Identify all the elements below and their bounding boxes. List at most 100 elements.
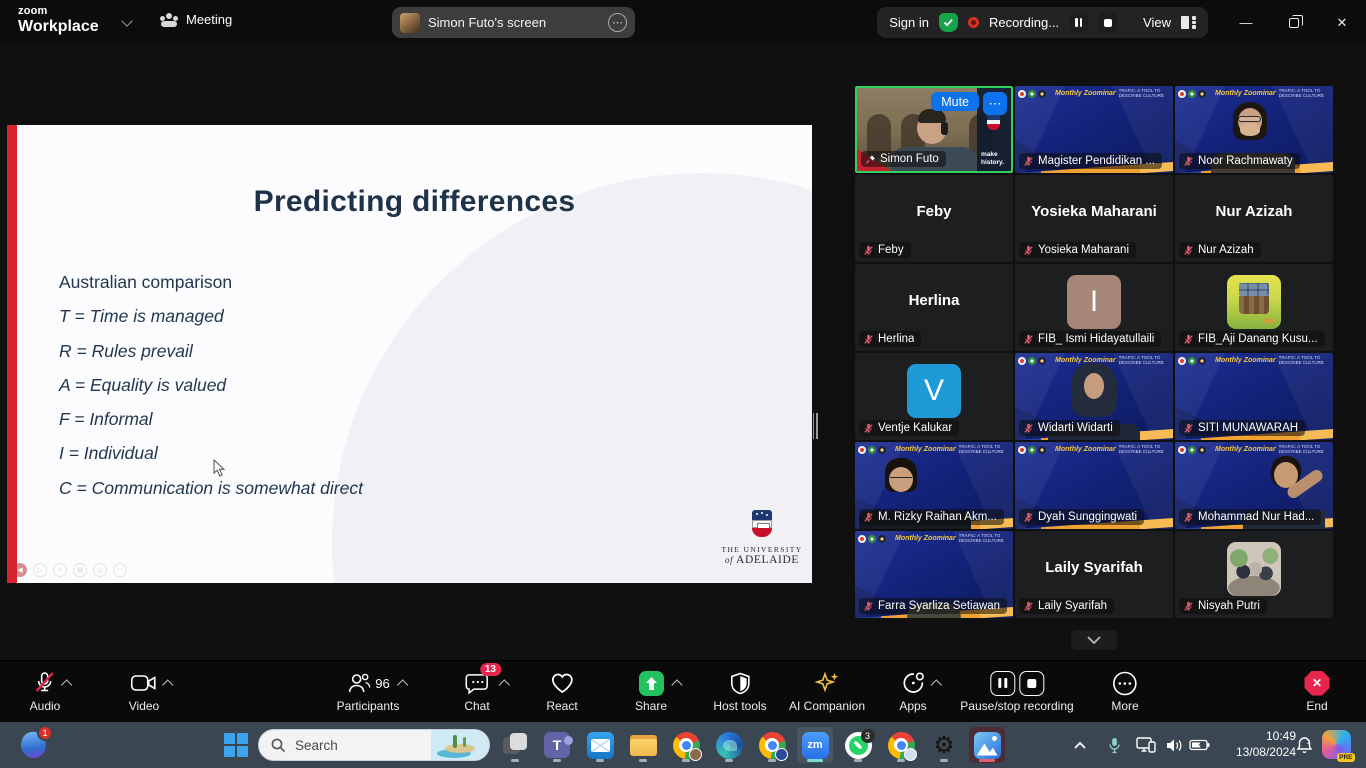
taskbar-photos-icon[interactable] bbox=[969, 727, 1005, 763]
end-button[interactable]: ✕ End bbox=[1305, 669, 1330, 713]
participant-tile[interactable]: Monthly ZoominarTRAFIC: A TOOL TO DESCRI… bbox=[1015, 353, 1173, 440]
slides-grid-button[interactable]: ▦ bbox=[73, 563, 87, 577]
participant-tile[interactable]: Monthly ZoominarTRAFIC: A TOOL TO DESCRI… bbox=[1015, 442, 1173, 529]
participant-tile[interactable]: IFIB_ Ismi Hidayatullaili bbox=[1015, 264, 1173, 351]
taskbar-settings-icon[interactable]: ⚙ bbox=[926, 727, 962, 763]
whatsapp-badge: 3 bbox=[861, 729, 875, 743]
stop-recording-icon[interactable] bbox=[1019, 671, 1044, 696]
restore-button[interactable] bbox=[1270, 0, 1318, 45]
host-tools-button[interactable]: Host tools bbox=[713, 669, 766, 713]
taskbar-file-explorer-icon[interactable] bbox=[625, 727, 661, 763]
tray-battery-icon[interactable] bbox=[1185, 727, 1213, 763]
screen-share-pill[interactable]: Simon Futo's screen ⋯ bbox=[392, 7, 635, 38]
brand-top: zoom bbox=[18, 6, 99, 17]
taskbar-mail-icon[interactable] bbox=[582, 727, 618, 763]
view-button[interactable]: View bbox=[1143, 15, 1171, 30]
view-layout-icon[interactable] bbox=[1181, 16, 1196, 29]
participant-tile[interactable]: Monthly ZoominarTRAFIC: A TOOL TO DESCRI… bbox=[1015, 86, 1173, 173]
participant-tile[interactable]: Monthly ZoominarTRAFIC: A TOOL TO DESCRI… bbox=[855, 531, 1013, 618]
taskbar-widgets-icon[interactable] bbox=[497, 727, 533, 763]
participants-options-chevron[interactable] bbox=[399, 678, 408, 687]
search-daily-image[interactable] bbox=[431, 729, 489, 761]
audio-button[interactable]: Audio bbox=[30, 669, 61, 713]
participant-tile[interactable]: HerlinaHerlina bbox=[855, 264, 1013, 351]
next-slide-button[interactable]: ▷ bbox=[33, 563, 47, 577]
zoom-tool-button[interactable]: ◎ bbox=[93, 563, 107, 577]
taskbar-notification-app-icon[interactable]: 1 bbox=[18, 729, 50, 761]
apps-options-chevron[interactable] bbox=[932, 678, 941, 687]
apps-button[interactable]: Apps bbox=[899, 669, 926, 713]
sign-in-link[interactable]: Sign in bbox=[889, 15, 929, 30]
participant-more-button[interactable]: ⋯ bbox=[983, 92, 1007, 115]
zoom-workplace-logo: zoom Workplace bbox=[18, 6, 99, 35]
chat-options-chevron[interactable] bbox=[500, 678, 509, 687]
taskbar-search[interactable]: Search bbox=[258, 729, 490, 761]
prev-slide-button[interactable]: ◀ bbox=[13, 563, 27, 577]
pause-stop-recording-button[interactable]: Pause/stop recording bbox=[960, 669, 1073, 713]
tray-notification-bell-icon[interactable]: z bbox=[1290, 727, 1318, 763]
share-options-button[interactable]: ⋯ bbox=[608, 13, 627, 32]
taskbar-chrome-profile3-icon[interactable] bbox=[883, 727, 919, 763]
slide-line: C = Communication is somewhat direct bbox=[59, 471, 363, 505]
participant-tile[interactable]: Yosieka MaharaniYosieka Maharani bbox=[1015, 175, 1173, 262]
banner-tagline: TRAFIC: A TOOL TO DESCRIBE CULTURE DIFFE… bbox=[1119, 88, 1170, 99]
minimize-button[interactable]: — bbox=[1222, 0, 1270, 45]
tray-chevron-up-icon[interactable] bbox=[1066, 727, 1094, 763]
participant-tile[interactable]: Monthly ZoominarTRAFIC: A TOOL TO DESCRI… bbox=[1175, 86, 1333, 173]
avatar bbox=[1227, 542, 1281, 596]
banner-tagline: TRAFIC: A TOOL TO DESCRIBE CULTURE DIFFE… bbox=[959, 444, 1010, 455]
participant-tile[interactable]: Laily SyarifahLaily Syarifah bbox=[1015, 531, 1173, 618]
banner-header: Monthly ZoominarTRAFIC: A TOOL TO DESCRI… bbox=[1175, 353, 1333, 368]
tray-copilot-icon[interactable]: PRE bbox=[1322, 730, 1351, 759]
taskbar-zoom-icon[interactable]: zm bbox=[797, 727, 833, 763]
video-button[interactable]: Video bbox=[129, 669, 159, 713]
chevron-down-icon[interactable] bbox=[121, 15, 132, 26]
share-button[interactable]: Share bbox=[635, 669, 667, 713]
participant-name-label: Mohammad Nur Had... bbox=[1179, 509, 1321, 525]
taskbar-chrome-profile1-icon[interactable] bbox=[668, 727, 704, 763]
panel-resize-handle[interactable] bbox=[813, 413, 821, 439]
video-camera-icon bbox=[131, 674, 157, 692]
more-tools-button[interactable]: ⋯ bbox=[113, 563, 127, 577]
more-button[interactable]: More bbox=[1111, 669, 1138, 713]
taskbar-edge-icon[interactable] bbox=[711, 727, 747, 763]
participant-name-label: Noor Rachmawaty bbox=[1179, 153, 1300, 169]
pause-recording-button[interactable] bbox=[1069, 13, 1088, 32]
pen-tool-button[interactable]: ✎ bbox=[53, 563, 67, 577]
chat-button[interactable]: 13 Chat bbox=[464, 669, 489, 713]
tray-time: 10:49 bbox=[1218, 729, 1296, 745]
participant-tile[interactable]: Nur AzizahNur Azizah bbox=[1175, 175, 1333, 262]
start-button[interactable] bbox=[218, 727, 254, 763]
security-shield-icon[interactable] bbox=[939, 13, 958, 32]
participant-tile[interactable]: Monthly ZoominarTRAFIC: A TOOL TO DESCRI… bbox=[1175, 442, 1333, 529]
ai-companion-button[interactable]: AI Companion bbox=[789, 669, 865, 713]
share-options-chevron[interactable] bbox=[673, 678, 682, 687]
meeting-toolbar: Audio Video 96 bbox=[0, 660, 1366, 722]
participant-tile[interactable]: Monthly ZoominarTRAFIC: A TOOL TO DESCRI… bbox=[1175, 353, 1333, 440]
participant-tile[interactable]: FIB_Aji Danang Kusu... bbox=[1175, 264, 1333, 351]
react-button[interactable]: React bbox=[546, 669, 577, 713]
taskbar-whatsapp-icon[interactable]: 3 bbox=[840, 727, 876, 763]
more-participants-button[interactable] bbox=[1071, 630, 1117, 650]
pause-recording-icon[interactable] bbox=[990, 671, 1015, 696]
audio-options-chevron[interactable] bbox=[63, 678, 72, 687]
mute-participant-button[interactable]: Mute bbox=[931, 92, 979, 111]
participants-button[interactable]: 96 Participants bbox=[337, 669, 400, 713]
close-button[interactable]: ✕ bbox=[1318, 0, 1366, 45]
video-options-chevron[interactable] bbox=[164, 678, 173, 687]
tab-meeting[interactable]: Meeting bbox=[160, 12, 232, 27]
participant-tile[interactable]: makehistory.Mute⋯Simon Futo bbox=[855, 86, 1013, 173]
tray-speaker-icon[interactable] bbox=[1160, 727, 1188, 763]
taskbar-teams-icon[interactable]: T bbox=[539, 727, 575, 763]
stop-recording-button[interactable] bbox=[1098, 13, 1117, 32]
participant-tile[interactable]: Monthly ZoominarTRAFIC: A TOOL TO DESCRI… bbox=[855, 442, 1013, 529]
tray-microphone-icon[interactable] bbox=[1100, 727, 1128, 763]
titlebar: zoom Workplace Meeting Simon Futo's scre… bbox=[0, 0, 1366, 45]
participant-tile[interactable]: VVentje Kalukar bbox=[855, 353, 1013, 440]
tray-display-icon[interactable] bbox=[1131, 727, 1161, 763]
participant-tile[interactable]: FebyFeby bbox=[855, 175, 1013, 262]
participant-tile[interactable]: Nisyah Putri bbox=[1175, 531, 1333, 618]
tray-clock[interactable]: 10:49 13/08/2024 bbox=[1218, 729, 1296, 760]
taskbar-chrome-profile2-icon[interactable] bbox=[754, 727, 790, 763]
participant-name-label: Yosieka Maharani bbox=[1019, 242, 1136, 258]
